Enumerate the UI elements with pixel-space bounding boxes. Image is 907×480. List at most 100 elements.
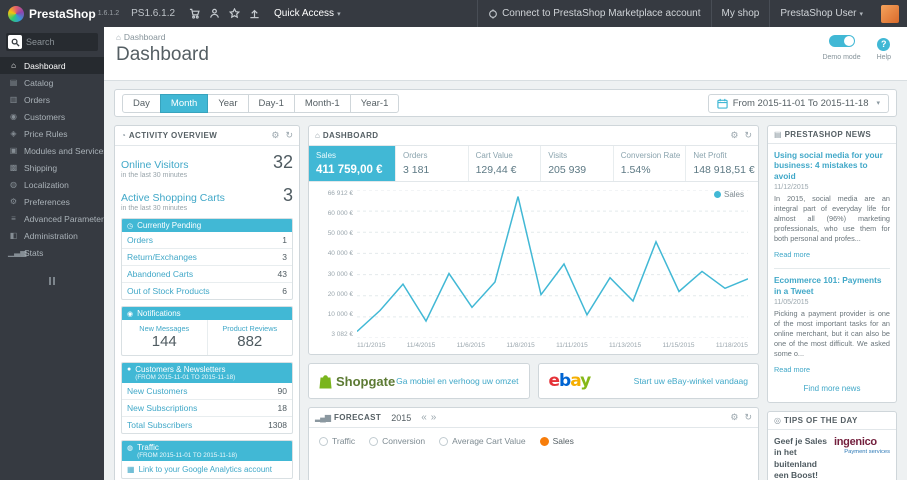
sidebar-collapse-button[interactable] (46, 277, 58, 285)
sidebar-item-price-rules[interactable]: ◈ Price Rules (0, 125, 104, 142)
star-icon[interactable] (229, 8, 241, 19)
news-panel-title: PRESTASHOP NEWS (784, 130, 872, 139)
shopgate-logo[interactable]: Shopgate (319, 374, 395, 389)
upgrade-icon[interactable] (249, 8, 260, 19)
sales-legend-dot (713, 191, 721, 198)
forecast-legend-traffic[interactable]: Traffic (319, 436, 355, 446)
gear-icon[interactable]: ⚙ (271, 130, 279, 141)
period-day-button[interactable]: Day (122, 93, 161, 113)
search-icon[interactable] (8, 35, 22, 49)
ingenico-logo[interactable]: ingenico Payment services (834, 436, 890, 480)
search-input[interactable] (22, 37, 92, 47)
gear-icon[interactable]: ⚙ (730, 412, 738, 423)
online-visitors-row[interactable]: Online Visitors 32 (121, 152, 293, 173)
forecast-legend-sales[interactable]: Sales (539, 436, 574, 446)
forecast-year-select[interactable]: 2015 (391, 413, 411, 423)
kpi-visits[interactable]: Visits 205 939 (540, 146, 613, 181)
topbar-shortcut-icons (189, 8, 260, 19)
shopgate-link[interactable]: Ga mobiel en verhoog uw omzet (396, 376, 518, 386)
forecast-legend-conversion[interactable]: Conversion (369, 436, 425, 446)
sales-chart[interactable]: Sales (357, 190, 748, 338)
kpi-cart-value[interactable]: Cart Value 129,44 € (467, 146, 541, 181)
news-article-title[interactable]: Ecommerce 101: Payments in a Tweet (774, 275, 890, 296)
sidebar-item-administration[interactable]: ◧ Administration (0, 227, 104, 244)
kpi-orders[interactable]: Orders 3 181 (395, 146, 468, 181)
new-messages-cell[interactable]: New Messages 144 (122, 320, 207, 355)
customers-icon: ◉ (10, 112, 17, 121)
cart-icon[interactable] (189, 8, 200, 19)
filter-bar: Day Month Year Day-1 Month-1 Year-1 From… (114, 89, 897, 117)
my-shop-link[interactable]: My shop (710, 0, 770, 27)
pending-returns-row[interactable]: Return/Exchanges 3 (122, 249, 292, 266)
advanced-parameters-icon: ≡ (11, 214, 16, 223)
marketplace-connect-link[interactable]: Connect to PrestaShop Marketplace accoun… (477, 0, 710, 27)
period-year-1-button[interactable]: Year-1 (349, 93, 400, 113)
sidebar-item-preferences[interactable]: ⚙ Preferences (0, 193, 104, 210)
kpi-sales[interactable]: Sales 411 759,00 € (309, 146, 395, 181)
news-panel-header: ▤ PRESTASHOP NEWS (768, 126, 896, 144)
pending-orders-row[interactable]: Orders 1 (122, 232, 292, 249)
date-range-label: From 2015-11-01 To 2015-11-18 (732, 97, 869, 109)
period-month-1-button[interactable]: Month-1 (293, 93, 351, 113)
sidebar-item-dashboard[interactable]: ⌂ Dashboard (0, 57, 104, 74)
news-article-excerpt: Picking a payment provider is one of the… (774, 309, 890, 359)
ebay-logo[interactable]: ebay (549, 371, 592, 391)
sidebar-item-stats[interactable]: ▁▃▅ Stats (0, 244, 104, 261)
google-analytics-link[interactable]: ▦ Link to your Google Analytics account (122, 461, 292, 478)
active-carts-subtitle: in the last 30 minutes (121, 205, 188, 212)
next-icon[interactable]: » (431, 412, 437, 423)
prestashop-logo-icon[interactable] (8, 5, 24, 22)
forecast-icon: ▂▄▆ (315, 413, 331, 422)
brand-name[interactable]: PrestaShop (29, 7, 96, 21)
period-year-button[interactable]: Year (207, 93, 249, 113)
new-customers-row[interactable]: New Customers 90 (122, 383, 292, 400)
help-icon[interactable]: ? (877, 37, 891, 51)
date-range-picker[interactable]: From 2015-11-01 To 2015-11-18 ▾ (707, 93, 889, 113)
modules-icon: ▣ (9, 146, 18, 155)
quick-access-menu[interactable]: Quick Access ▾ (274, 8, 341, 19)
breadcrumb[interactable]: ⌂ Dashboard (116, 32, 895, 42)
abandoned-carts-row[interactable]: Abandoned Carts 43 (122, 266, 292, 283)
sales-chart-svg (357, 190, 748, 338)
forecast-panel-title: FORECAST (333, 413, 382, 422)
total-subscribers-row[interactable]: Total Subscribers 1308 (122, 417, 292, 433)
chart-legend[interactable]: Sales (713, 190, 744, 199)
find-more-news-link[interactable]: Find more news (774, 384, 890, 393)
previous-icon[interactable]: « (421, 412, 427, 423)
main: ⌂ Dashboard Dashboard Demo mode ? Help Da… (104, 27, 907, 480)
demo-mode-toggle[interactable] (828, 35, 855, 47)
sidebar-item-advanced-parameters[interactable]: ≡ Advanced Parameters (0, 210, 104, 227)
online-visitors-subtitle: in the last 30 minutes (121, 172, 188, 179)
sidebar-item-modules[interactable]: ▣ Modules and Services (0, 142, 104, 159)
sidebar-item-localization[interactable]: ◍ Localization (0, 176, 104, 193)
user-menu[interactable]: PrestaShop User ▾ (769, 0, 873, 27)
refresh-icon[interactable]: ↻ (744, 130, 752, 141)
sidebar-item-customers[interactable]: ◉ Customers (0, 108, 104, 125)
profile-icon[interactable] (209, 8, 220, 19)
demo-mode-control: Demo mode (822, 34, 861, 61)
sidebar-item-shipping[interactable]: ▩ Shipping (0, 159, 104, 176)
chevron-down-icon: ▾ (859, 10, 863, 18)
period-day-1-button[interactable]: Day-1 (247, 93, 295, 113)
customers-newsletters-section: ● Customers & Newsletters (FROM 2015-11-01… (121, 362, 293, 434)
ebay-link[interactable]: Start uw eBay-winkel vandaag (634, 376, 748, 386)
kpi-net-profit[interactable]: Net Profit 148 918,51 € (685, 146, 758, 181)
kpi-conversion-rate[interactable]: Conversion Rate 1.54% (612, 146, 686, 181)
gear-icon[interactable]: ⚙ (730, 130, 738, 141)
active-carts-row[interactable]: Active Shopping Carts 3 (121, 185, 293, 206)
read-more-link[interactable]: Read more (774, 365, 810, 374)
out-of-stock-row[interactable]: Out of Stock Products 6 (122, 283, 292, 299)
sidebar-item-orders[interactable]: ▥ Orders (0, 91, 104, 108)
refresh-icon[interactable]: ↻ (744, 412, 752, 423)
forecast-legend-average-cart-value[interactable]: Average Cart Value (439, 436, 526, 446)
kpi-row: Sales 411 759,00 € Orders 3 181 Cart Value… (309, 146, 758, 182)
product-reviews-cell[interactable]: Product Reviews 882 (206, 320, 293, 355)
avatar[interactable] (881, 4, 899, 23)
new-subscriptions-row[interactable]: New Subscriptions 18 (122, 400, 292, 417)
refresh-icon[interactable]: ↻ (285, 130, 293, 141)
read-more-link[interactable]: Read more (774, 250, 810, 259)
sidebar-item-catalog[interactable]: ▤ Catalog (0, 74, 104, 91)
news-article-title[interactable]: Using social media for your business: 4 … (774, 150, 890, 181)
forecast-nav: « » (421, 412, 726, 423)
period-month-button[interactable]: Month (159, 93, 209, 113)
